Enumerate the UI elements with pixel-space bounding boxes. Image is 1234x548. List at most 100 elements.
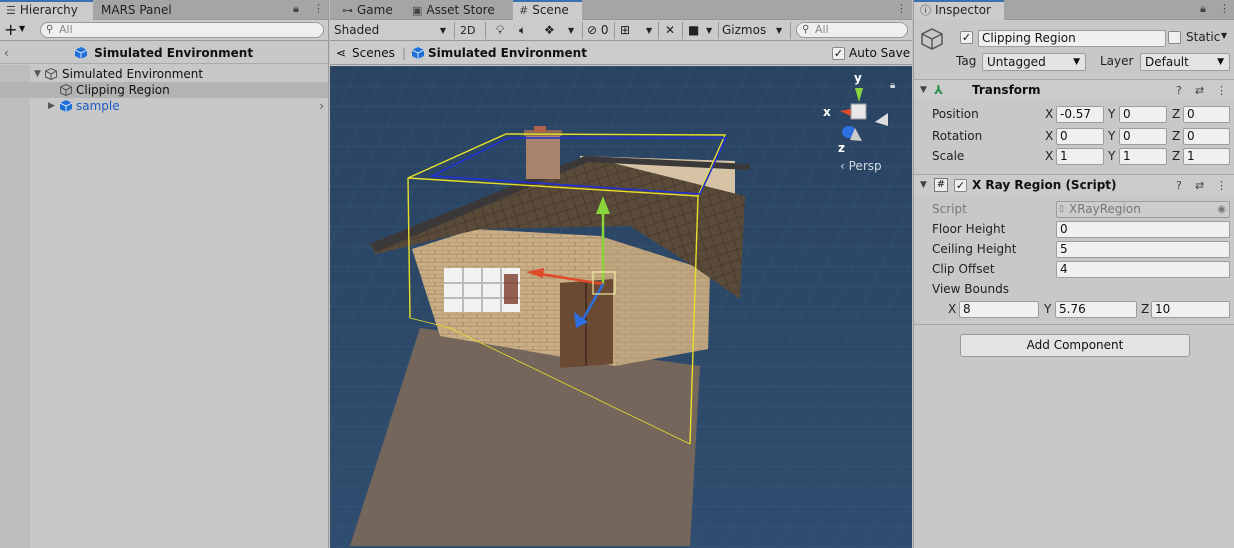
transform-header[interactable]: ▼ ⅄ Transform ? ⇄ ⋮ <box>914 79 1234 100</box>
effects-icon[interactable]: ❖ <box>544 21 555 40</box>
add-component-button[interactable]: Add Component <box>960 334 1190 357</box>
help-icon[interactable]: ? <box>1176 175 1182 196</box>
scale-y-field[interactable]: 1 <box>1119 148 1167 165</box>
breadcrumb-current[interactable]: Simulated Environment <box>428 42 587 65</box>
orient-y-label: y <box>854 71 862 85</box>
toggle-2d-button[interactable]: 2D <box>460 21 475 40</box>
expand-down-icon[interactable]: ▼ <box>920 175 927 196</box>
orient-center-cube[interactable] <box>850 103 867 120</box>
tab-scene[interactable]: # Scene <box>513 0 582 20</box>
window-curtain <box>504 274 518 304</box>
search-icon: ⚲ <box>46 24 54 35</box>
tools-icon[interactable]: ✕ <box>665 21 675 40</box>
scale-x-field[interactable]: 1 <box>1056 148 1104 165</box>
kebab-menu-icon[interactable]: ⋮ <box>896 2 907 15</box>
projection-label[interactable]: ‹ Persp <box>840 159 882 173</box>
layer-label: Layer <box>1100 54 1134 68</box>
view-bounds-z-field[interactable]: 10 <box>1151 301 1230 318</box>
chevron-down-icon[interactable]: ▼ <box>706 21 712 40</box>
hierarchy-tabbar: ☰ Hierarchy MARS Panel 🔒︎ ⋮ <box>0 0 328 20</box>
floor-height-field[interactable]: 0 <box>1056 221 1230 238</box>
position-y-field[interactable]: 0 <box>1119 106 1167 123</box>
kebab-menu-icon[interactable]: ⋮ <box>1216 175 1227 196</box>
help-icon[interactable]: ? <box>1176 80 1182 101</box>
scene-breadcrumb: ⋖ Scenes | Simulated Environment ✓ Auto … <box>330 42 912 65</box>
expand-right-icon[interactable]: ▶ <box>48 98 55 114</box>
lock-icon[interactable]: 🔒︎ <box>890 80 895 91</box>
transform-icon: ⅄ <box>934 83 944 97</box>
separator <box>790 22 791 39</box>
view-bounds-x-field[interactable]: 8 <box>959 301 1039 318</box>
chimney-pot <box>534 126 546 132</box>
separator <box>582 22 583 39</box>
hierarchy-item-clipping-region[interactable]: Clipping Region <box>0 82 328 98</box>
expand-down-icon[interactable]: ▼ <box>920 80 927 101</box>
lighting-bulb-icon[interactable]: 💡︎ <box>496 21 504 40</box>
position-z-field[interactable]: 0 <box>1183 106 1230 123</box>
xray-enabled-checkbox[interactable]: ✓ <box>954 179 967 192</box>
chevron-down-icon[interactable]: ▼ <box>568 21 574 40</box>
scene-render[interactable]: y x z ‹ Persp 🔒︎ <box>330 66 912 548</box>
chevron-down-icon: ▼ <box>1073 57 1080 67</box>
lock-icon[interactable]: 🔒︎ <box>293 2 299 16</box>
tab-hierarchy[interactable]: ☰ Hierarchy <box>0 0 93 20</box>
position-x-field[interactable]: -0.57 <box>1056 106 1104 123</box>
kebab-menu-icon[interactable]: ⋮ <box>313 2 324 15</box>
layer-dropdown[interactable]: Default ▼ <box>1140 53 1230 71</box>
active-checkbox[interactable]: ✓ <box>960 31 973 44</box>
separator <box>682 22 683 39</box>
lock-icon[interactable]: 🔒︎ <box>1200 2 1206 16</box>
tab-game[interactable]: ⊶ Game <box>336 1 399 20</box>
kebab-menu-icon[interactable]: ⋮ <box>1216 80 1227 101</box>
hierarchy-gutter <box>0 65 30 548</box>
inspector-tabbar: ⓘ Inspector 🔒︎ ⋮ <box>914 0 1234 20</box>
presets-icon[interactable]: ⇄ <box>1195 175 1204 196</box>
chevron-right-icon[interactable]: › <box>319 98 324 114</box>
add-icon[interactable]: + <box>4 20 17 40</box>
rotation-row: Rotation X 0 Y 0 Z 0 <box>914 126 1234 146</box>
object-picker-icon[interactable]: ◉ <box>1217 202 1226 217</box>
tab-inspector[interactable]: ⓘ Inspector <box>914 0 1004 20</box>
prefab-cube-icon <box>74 47 87 59</box>
chevron-left-icon[interactable]: ‹ <box>4 42 9 64</box>
breadcrumb-scenes[interactable]: Scenes <box>352 42 395 65</box>
separator <box>454 22 455 39</box>
audio-speaker-icon[interactable]: 🔈︎ <box>519 21 526 40</box>
search-icon: ⚲ <box>802 24 810 35</box>
scene-viewport[interactable]: y x z ‹ Persp 🔒︎ <box>330 66 912 548</box>
scale-z-field[interactable]: 1 <box>1183 148 1230 165</box>
chevron-down-icon[interactable]: ▼ <box>646 21 652 40</box>
rotation-z-field[interactable]: 0 <box>1183 128 1230 145</box>
hierarchy-item-sample[interactable]: ▶ sample › <box>0 98 328 114</box>
gizmos-dropdown[interactable]: Gizmos ▼ <box>722 21 790 40</box>
script-object-field[interactable]: ▯ XRayRegion ◉ <box>1056 201 1230 218</box>
hierarchy-search-input[interactable]: ⚲ All <box>40 22 324 38</box>
rotation-y-field[interactable]: 0 <box>1119 128 1167 145</box>
object-name-field[interactable]: Clipping Region <box>978 30 1166 47</box>
expand-down-icon[interactable]: ▼ <box>34 66 41 82</box>
tab-asset-store[interactable]: ▣ Asset Store <box>406 1 501 20</box>
grid-icon[interactable]: ⊞ <box>620 21 630 40</box>
inspector-panel: ⓘ Inspector 🔒︎ ⋮ ✓ Clipping Region Static… <box>913 0 1234 548</box>
gamepad-icon: ⊶ <box>342 4 353 17</box>
auto-save-checkbox[interactable]: ✓ <box>832 47 845 60</box>
shading-mode-dropdown[interactable]: Shaded ▼ <box>334 21 450 40</box>
hidden-objects-toggle[interactable]: ⊘ 0 <box>587 21 609 40</box>
chevron-down-icon[interactable]: ▼ <box>1221 31 1227 40</box>
tag-dropdown[interactable]: Untagged ▼ <box>982 53 1086 71</box>
static-label: Static <box>1186 30 1221 44</box>
tab-mars-panel[interactable]: MARS Panel <box>95 1 178 20</box>
xray-region-header[interactable]: ▼ # ✓ X Ray Region (Script) ? ⇄ ⋮ <box>914 174 1234 195</box>
hierarchy-toolbar: + ▼ ⚲ All <box>0 20 328 41</box>
presets-icon[interactable]: ⇄ <box>1195 80 1204 101</box>
rotation-x-field[interactable]: 0 <box>1056 128 1104 145</box>
chevron-down-icon[interactable]: ▼ <box>19 24 25 33</box>
clip-offset-field[interactable]: 4 <box>1056 261 1230 278</box>
ceiling-height-field[interactable]: 5 <box>1056 241 1230 258</box>
camera-icon[interactable]: ■ <box>688 21 699 40</box>
view-bounds-y-field[interactable]: 5.76 <box>1055 301 1137 318</box>
hierarchy-item-simulated-environment[interactable]: ▼ Simulated Environment <box>0 66 328 82</box>
scene-search-input[interactable]: ⚲ All <box>796 22 908 38</box>
kebab-menu-icon[interactable]: ⋮ <box>1219 2 1230 15</box>
static-checkbox[interactable] <box>1168 31 1181 44</box>
